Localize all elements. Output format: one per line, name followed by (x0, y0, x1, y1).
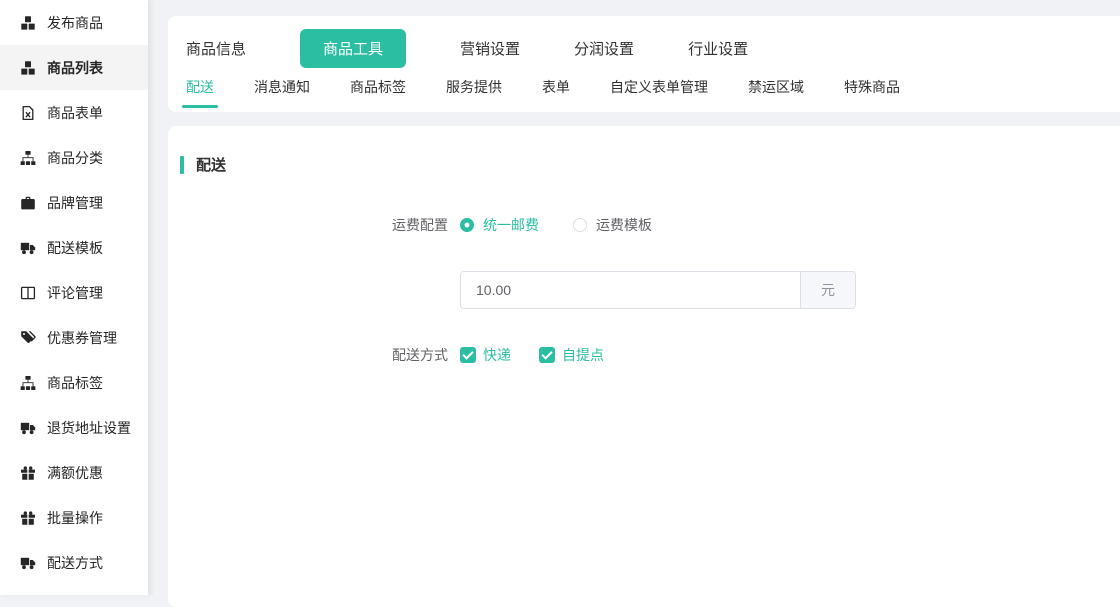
sidebar-item-label: 商品列表 (47, 58, 103, 78)
main-area: 商品信息 商品工具 营销设置 分润设置 行业设置 配送 消息通知 商品标签 服务… (158, 0, 1120, 595)
sidebar-item[interactable]: 商品分类 (0, 135, 148, 180)
checkbox-label: 快递 (483, 345, 511, 365)
section-title-text: 配送 (196, 154, 226, 175)
sidebar: 发布商品 商品列表 商品表单 商品分类 品牌管理 配送模板 评论管理 (0, 0, 148, 595)
sidebar-item[interactable]: 优惠券管理 (0, 315, 148, 360)
sidebar-item-label: 优惠券管理 (47, 328, 117, 348)
postage-amount-row: 元 (180, 271, 1120, 309)
sidebar-item[interactable]: 评论管理 (0, 270, 148, 315)
sidebar-item[interactable]: 商品列表 (0, 45, 148, 90)
sidebar-item[interactable]: 配送方式 (0, 540, 148, 585)
delivery-checkbox-group: 快递 自提点 (460, 345, 632, 365)
radio-label: 统一邮费 (483, 215, 539, 235)
sidebar-item[interactable]: 发布商品 (0, 0, 148, 45)
delivery-method-row: 配送方式 快递 自提点 (180, 345, 1120, 365)
sidebar-item-label: 退货地址设置 (47, 418, 131, 438)
section-title: 配送 (180, 154, 1120, 175)
content-card: 配送 运费配置 统一邮费 运费模板 (168, 126, 1120, 607)
sidebar-scrollbar-track[interactable] (148, 0, 158, 595)
gift-icon (20, 510, 36, 526)
delivery-checkbox-option[interactable]: 自提点 (539, 345, 604, 365)
freight-config-row: 运费配置 统一邮费 运费模板 (180, 215, 1120, 235)
secondary-tab[interactable]: 表单 (542, 77, 570, 112)
sidebar-item-label: 配送方式 (47, 553, 103, 573)
secondary-tab-bar: 配送 消息通知 商品标签 服务提供 表单 自定义表单管理 禁运区域 特殊商品 (186, 77, 1114, 112)
postage-input-group: 元 (460, 271, 856, 309)
sidebar-item-label: 品牌管理 (47, 193, 103, 213)
sidebar-item-label: 商品分类 (47, 148, 103, 168)
primary-tab[interactable]: 行业设置 (688, 38, 748, 59)
sidebar-item[interactable]: 批量操作 (0, 495, 148, 540)
postage-amount-input[interactable] (461, 272, 800, 308)
sidebar-item[interactable]: 退货地址设置 (0, 405, 148, 450)
secondary-tab[interactable]: 服务提供 (446, 77, 502, 112)
briefcase-icon (20, 195, 36, 211)
file-excel-icon (20, 105, 36, 121)
delivery-checkbox-option[interactable]: 快递 (460, 345, 511, 365)
delivery-method-label: 配送方式 (180, 345, 448, 365)
sidebar-item[interactable]: 配送模板 (0, 225, 148, 270)
truck-icon (20, 555, 36, 571)
freight-radio-group: 统一邮费 运费模板 (460, 215, 686, 235)
sidebar-item-label: 满额优惠 (47, 463, 103, 483)
delivery-settings-form: 运费配置 统一邮费 运费模板 (180, 215, 1120, 365)
checkbox-checked-icon (539, 347, 555, 363)
radio-icon (460, 218, 474, 232)
primary-tab[interactable]: 商品信息 (186, 38, 246, 59)
primary-tab[interactable]: 营销设置 (460, 38, 520, 59)
sidebar-item-label: 发布商品 (47, 13, 103, 33)
sidebar-item-label: 商品表单 (47, 103, 103, 123)
primary-tab[interactable]: 商品工具 (300, 29, 406, 68)
sitemap-icon (20, 150, 36, 166)
sidebar-item[interactable]: 商品标签 (0, 360, 148, 405)
section-accent-bar (180, 156, 184, 174)
primary-tab[interactable]: 分润设置 (574, 38, 634, 59)
cubes-icon (20, 15, 36, 31)
secondary-tab[interactable]: 消息通知 (254, 77, 310, 112)
primary-tab-bar: 商品信息 商品工具 营销设置 分润设置 行业设置 (186, 28, 1114, 68)
sidebar-item[interactable]: 品牌管理 (0, 180, 148, 225)
sidebar-item-label: 评论管理 (47, 283, 103, 303)
sitemap-icon (20, 375, 36, 391)
freight-radio-option[interactable]: 运费模板 (573, 215, 652, 235)
sidebar-item-label: 批量操作 (47, 508, 103, 528)
radio-icon (573, 218, 587, 232)
truck-icon (20, 240, 36, 256)
secondary-tab[interactable]: 自定义表单管理 (610, 77, 708, 112)
sidebar-item[interactable]: 商品表单 (0, 90, 148, 135)
truck-icon (20, 420, 36, 436)
sidebar-item-label: 配送模板 (47, 238, 103, 258)
tags-icon (20, 330, 36, 346)
radio-label: 运费模板 (596, 215, 652, 235)
freight-radio-option[interactable]: 统一邮费 (460, 215, 539, 235)
secondary-tab[interactable]: 特殊商品 (844, 77, 900, 112)
secondary-tab[interactable]: 配送 (186, 77, 214, 112)
checkbox-checked-icon (460, 347, 476, 363)
sidebar-item[interactable]: 满额优惠 (0, 450, 148, 495)
secondary-tab[interactable]: 商品标签 (350, 77, 406, 112)
checkbox-label: 自提点 (562, 345, 604, 365)
columns-icon (20, 285, 36, 301)
postage-unit-addon: 元 (800, 272, 855, 308)
sidebar-item-label: 商品标签 (47, 373, 103, 393)
secondary-tab[interactable]: 禁运区域 (748, 77, 804, 112)
tabs-card: 商品信息 商品工具 营销设置 分润设置 行业设置 配送 消息通知 商品标签 服务… (168, 16, 1120, 112)
gift-icon (20, 465, 36, 481)
freight-config-label: 运费配置 (180, 215, 448, 235)
cubes-icon (20, 60, 36, 76)
